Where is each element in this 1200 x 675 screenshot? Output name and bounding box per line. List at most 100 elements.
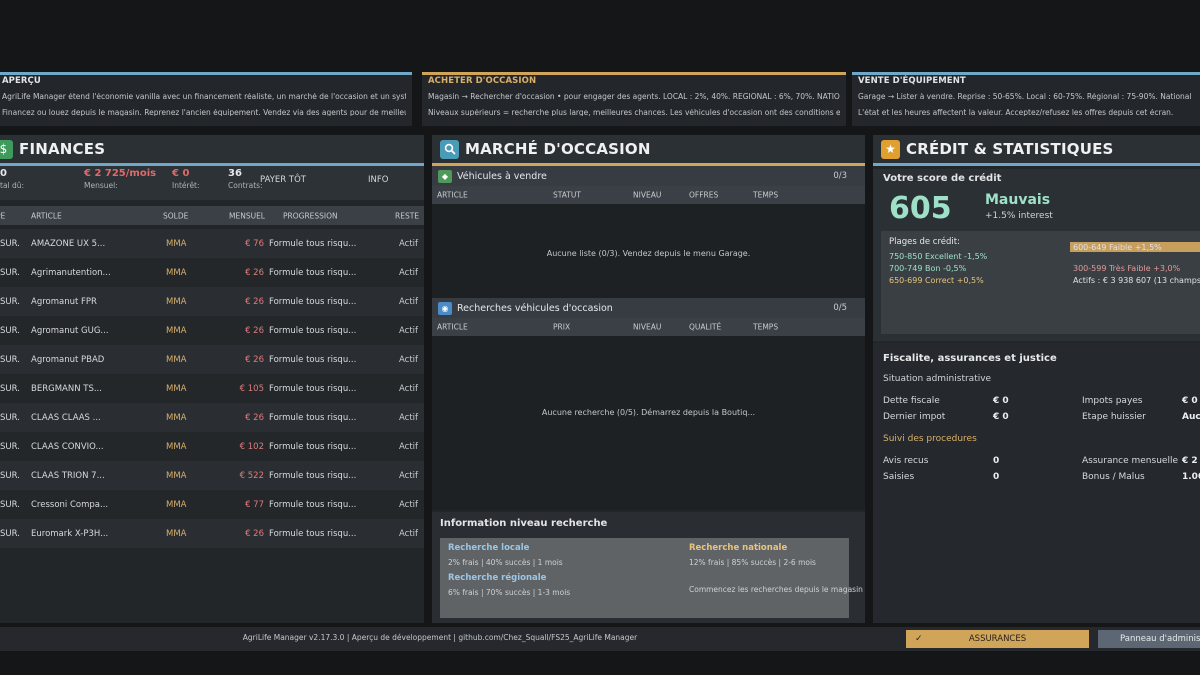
- tax-debt-label: Dette fiscale: [883, 396, 940, 406]
- row-reste: Actif: [399, 441, 419, 452]
- legal-title: Fiscalite, assurances et justice: [883, 353, 1057, 364]
- col-reste[interactable]: RESTE: [395, 211, 419, 220]
- interest-total-value: € 0: [172, 168, 190, 179]
- search-col-niveau[interactable]: NIVEAU: [633, 323, 661, 332]
- col-type[interactable]: PE: [0, 211, 5, 220]
- row-reste: Actif: [399, 354, 419, 365]
- row-progression: Formule tous risqu...: [269, 296, 357, 307]
- row-type: SUR.: [0, 499, 20, 510]
- row-mensuel: € 26: [245, 412, 264, 423]
- footer-version: AgriLife Manager v2.17.3.0 | Aperçu de d…: [242, 633, 638, 642]
- sale-col-statut[interactable]: STATUT: [553, 191, 581, 200]
- row-type: SUR.: [0, 238, 20, 249]
- row-type: SUR.: [0, 383, 20, 394]
- table-row[interactable]: SUR. CLAAS CONVIO... MMA € 102 Formule tous …: [0, 432, 424, 461]
- eye-icon: ◉: [438, 301, 452, 315]
- searches-list: Aucune recherche (0/5). Démarrez depuis …: [432, 336, 865, 510]
- row-article: AMAZONE UX 5...: [31, 238, 106, 249]
- info-apercu-line1: AgriLife Manager étend l'économie vanill…: [2, 93, 406, 101]
- row-solde: MMA: [166, 325, 187, 336]
- row-solde: MMA: [166, 499, 187, 510]
- insurance-button[interactable]: ✓ ASSURANCES: [906, 630, 1089, 648]
- col-mensuel[interactable]: MENSUEL: [229, 211, 265, 220]
- row-solde: MMA: [166, 267, 187, 278]
- bonus-malus-value: 1.00: [1182, 472, 1200, 482]
- info-button[interactable]: INFO: [368, 175, 388, 185]
- searches-table-header: ARTICLE PRIX NIVEAU QUALITÉ TEMPS: [432, 318, 865, 336]
- table-row[interactable]: SUR. Agromanut FPR MMA € 26 Formule tous ris…: [0, 287, 424, 316]
- finances-table-body: SUR. AMAZONE UX 5... MMA € 76 Formule tous r…: [0, 229, 424, 548]
- taxes-paid-value: € 0: [1182, 396, 1198, 406]
- last-tax-value: € 0: [993, 412, 1009, 422]
- search-col-prix[interactable]: PRIX: [553, 323, 570, 332]
- admin-panel-button[interactable]: Panneau d'administ: [1098, 630, 1200, 648]
- row-progression: Formule tous risqu...: [269, 412, 357, 423]
- row-mensuel: € 26: [245, 325, 264, 336]
- table-row[interactable]: SUR. Agromanut GUG... MMA € 26 Formule tous …: [0, 316, 424, 345]
- search-col-qualite[interactable]: QUALITÉ: [689, 323, 721, 332]
- sale-col-article[interactable]: ARTICLE: [437, 191, 468, 200]
- info-vente-line2: L'état et les heures affectent la valeur…: [858, 108, 1174, 116]
- table-row[interactable]: SUR. Euromark X-P3H... MMA € 26 Formule tous…: [0, 519, 424, 548]
- row-solde: MMA: [166, 383, 187, 394]
- legal-situation: Situation administrative: [883, 374, 992, 384]
- table-row[interactable]: SUR. BERGMANN TS... MMA € 105 Formule tous r…: [0, 374, 424, 403]
- row-progression: Formule tous risqu...: [269, 499, 357, 510]
- search-col-article[interactable]: ARTICLE: [437, 323, 468, 332]
- sale-count: 0/3: [833, 171, 847, 181]
- check-icon: ✓: [915, 634, 923, 644]
- info-acheter: ACHETER D'OCCASION Magasin → Rechercher …: [422, 72, 846, 126]
- search-col-temps[interactable]: TEMPS: [753, 323, 778, 332]
- monthly-total-value: € 2 725/mois: [84, 168, 157, 179]
- footer: AgriLife Manager v2.17.3.0 | Aperçu de d…: [0, 627, 1200, 651]
- table-row[interactable]: SUR. AMAZONE UX 5... MMA € 76 Formule tous r…: [0, 229, 424, 258]
- national-search-desc: 12% frais | 85% succès | 2-6 mois: [689, 558, 816, 567]
- row-mensuel: € 77: [245, 499, 264, 510]
- national-search-name: Recherche nationale: [689, 543, 788, 553]
- sale-col-niveau[interactable]: NIVEAU: [633, 191, 661, 200]
- pay-early-button[interactable]: PAYER TÔT: [260, 175, 306, 185]
- row-reste: Actif: [399, 499, 419, 510]
- row-reste: Actif: [399, 238, 419, 249]
- table-row[interactable]: SUR. Agromanut PBAD MMA € 26 Formule tous ri…: [0, 345, 424, 374]
- total-due-value: 0: [0, 168, 7, 179]
- procedures-title: Suivi des procedures: [883, 434, 977, 444]
- info-acheter-line2: Niveaux supérieurs = recherche plus larg…: [428, 108, 840, 116]
- table-row[interactable]: SUR. Cressoni Compa... MMA € 77 Formule tous…: [0, 490, 424, 519]
- row-reste: Actif: [399, 412, 419, 423]
- seizures-value: 0: [993, 472, 1000, 482]
- row-type: SUR.: [0, 528, 20, 539]
- total-due-label: tal dû:: [0, 181, 25, 190]
- table-row[interactable]: SUR. Agrimanutention... MMA € 26 Formule tou…: [0, 258, 424, 287]
- research-info-title: Information niveau recherche: [440, 518, 608, 529]
- row-article: Agrimanutention...: [31, 267, 111, 278]
- col-progression[interactable]: PROGRESSION: [283, 211, 338, 220]
- table-row[interactable]: SUR. CLAAS TRION 7... MMA € 522 Formule tous…: [0, 461, 424, 490]
- sale-col-offres[interactable]: OFFRES: [689, 191, 718, 200]
- sale-empty-message: Aucune liste (0/3). Vendez depuis le men…: [546, 249, 751, 258]
- row-mensuel: € 522: [239, 470, 264, 481]
- row-solde: MMA: [166, 354, 187, 365]
- row-mensuel: € 105: [239, 383, 264, 394]
- credit-ranges-title: Plages de crédit:: [889, 237, 960, 247]
- col-solde[interactable]: SOLDE: [163, 211, 188, 220]
- finances-title: FINANCES: [19, 140, 106, 158]
- row-article: Agromanut GUG...: [31, 325, 109, 336]
- col-article[interactable]: ARTICLE: [31, 211, 62, 220]
- info-apercu-line2: Financez ou louez depuis le magasin. Rep…: [2, 108, 406, 116]
- range-tres-faible: 300-599 Très Faible +3,0%: [1073, 264, 1181, 273]
- row-solde: MMA: [166, 528, 187, 539]
- monthly-total-label: Mensuel:: [84, 181, 118, 190]
- sale-table-header: ARTICLE STATUT NIVEAU OFFRES TEMPS: [432, 186, 865, 204]
- credit-score-label: Votre score de crédit: [883, 173, 1002, 184]
- row-reste: Actif: [399, 296, 419, 307]
- credit-header: ★ CRÉDIT & STATISTIQUES: [873, 135, 1200, 166]
- table-row[interactable]: SUR. CLAAS CLAAS ... MMA € 26 Formule tous r…: [0, 403, 424, 432]
- range-bon: 700-749 Bon -0,5%: [889, 264, 967, 273]
- sale-col-temps[interactable]: TEMPS: [753, 191, 778, 200]
- row-solde: MMA: [166, 238, 187, 249]
- dollar-icon: $: [0, 139, 13, 159]
- row-article: CLAAS CLAAS ...: [31, 412, 101, 423]
- interest-total-label: Intérêt:: [172, 181, 200, 190]
- credit-title: CRÉDIT & STATISTIQUES: [906, 140, 1114, 158]
